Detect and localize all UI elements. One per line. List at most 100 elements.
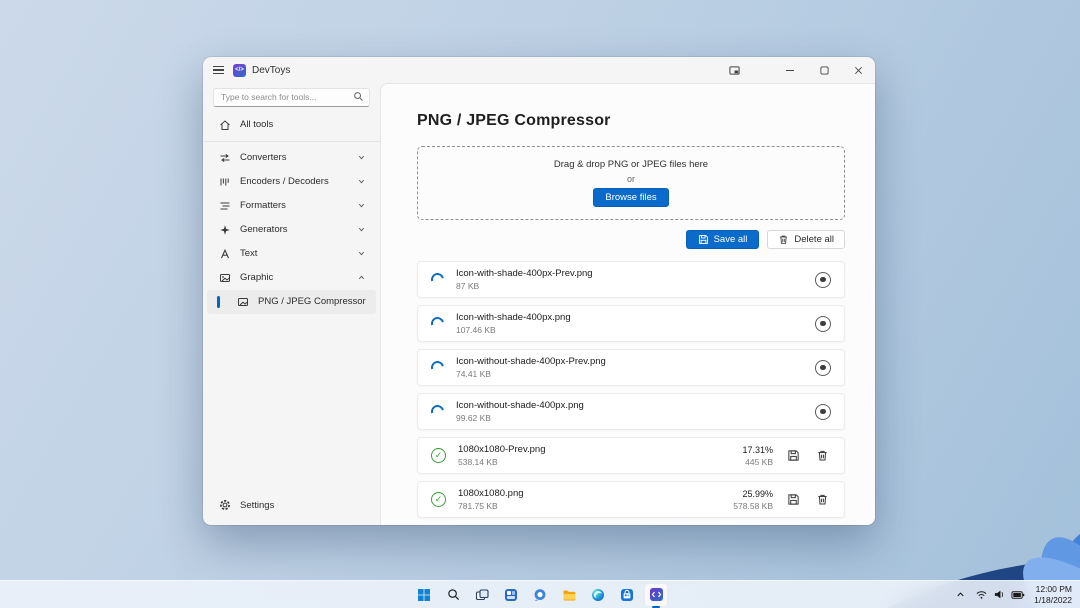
devtoys-app-icon: </> [233, 64, 246, 77]
chevron-down-icon [357, 249, 366, 258]
file-size: 87 KB [456, 281, 593, 291]
save-file-button[interactable] [785, 447, 802, 464]
delete-all-label: Delete all [794, 234, 834, 245]
file-name: Icon-with-shade-400px-Prev.png [456, 268, 593, 279]
progress-spinner-icon [429, 359, 447, 377]
file-explorer-button[interactable] [557, 583, 581, 607]
clock-time: 12:00 PM [1034, 584, 1072, 595]
sidebar-item-converters[interactable]: Converters [207, 146, 376, 170]
search-input[interactable] [213, 88, 370, 107]
file-size: 107.46 KB [456, 325, 571, 335]
dropzone-or: or [627, 174, 635, 184]
devtoys-taskbar-button[interactable] [644, 583, 668, 607]
network-icon[interactable] [975, 589, 988, 600]
chevron-down-icon [357, 225, 366, 234]
file-row: ✓ 1080x1080-Prev.png 538.14 KB 17.31% 44… [417, 437, 845, 474]
trash-icon [816, 493, 829, 506]
file-list: Icon-with-shade-400px-Prev.png 87 KB Ico… [417, 261, 845, 518]
file-size: 781.75 KB [458, 501, 524, 511]
browse-files-button[interactable]: Browse files [593, 188, 668, 207]
search-icon [447, 588, 460, 601]
save-all-button[interactable]: Save all [686, 230, 760, 249]
chat-button[interactable] [528, 583, 552, 607]
titlebar: </> DevToys [203, 57, 875, 83]
sidebar-item-graphic[interactable]: Graphic [207, 266, 376, 290]
task-view-button[interactable] [470, 583, 494, 607]
generators-icon [219, 224, 231, 236]
sidebar-item-formatters[interactable]: Formatters [207, 194, 376, 218]
hidden-icons-chevron[interactable] [955, 589, 966, 600]
sidebar-item-label: Settings [240, 500, 274, 511]
volume-icon[interactable] [993, 589, 1006, 600]
file-dropzone[interactable]: Drag & drop PNG or JPEG files here or Br… [417, 146, 845, 220]
file-row: Icon-without-shade-400px-Prev.png 74.41 … [417, 349, 845, 386]
sidebar-item-settings[interactable]: Settings [207, 493, 376, 517]
devtoys-window: </> DevToys [203, 57, 875, 525]
page-title: PNG / JPEG Compressor [417, 112, 845, 130]
sidebar-item-label: PNG / JPEG Compressor [258, 296, 366, 307]
delete-file-button[interactable] [814, 491, 831, 508]
png-jpeg-compressor-icon [237, 296, 249, 308]
task-view-icon [475, 588, 489, 602]
file-name: Icon-without-shade-400px-Prev.png [456, 356, 606, 367]
file-size: 74.41 KB [456, 369, 606, 379]
file-size: 99.62 KB [456, 413, 584, 423]
minimize-button[interactable] [773, 57, 807, 83]
sidebar-item-label: All tools [240, 119, 273, 130]
sidebar-item-generators[interactable]: Generators [207, 218, 376, 242]
maximize-button[interactable] [807, 57, 841, 83]
edge-button[interactable] [586, 583, 610, 607]
widgets-button[interactable] [499, 583, 523, 607]
sidebar-item-label: Generators [240, 224, 288, 235]
compact-overlay-button[interactable] [717, 57, 751, 83]
chat-icon [533, 588, 547, 602]
clock[interactable]: 12:00 PM 1/18/2022 [1034, 584, 1072, 605]
cancel-compression-button[interactable] [815, 360, 831, 376]
save-icon [787, 493, 800, 506]
delete-all-button[interactable]: Delete all [767, 230, 845, 249]
hamburger-menu-button[interactable] [203, 57, 229, 83]
file-name: 1080x1080-Prev.png [458, 444, 546, 455]
graphic-icon [219, 272, 231, 284]
close-button[interactable] [841, 57, 875, 83]
file-name: Icon-with-shade-400px.png [456, 312, 571, 323]
save-file-button[interactable] [785, 491, 802, 508]
converters-icon [219, 152, 231, 164]
sidebar-item-png-jpeg-compressor[interactable]: PNG / JPEG Compressor [207, 290, 376, 314]
search-icon [353, 91, 364, 102]
cancel-compression-button[interactable] [815, 404, 831, 420]
cancel-compression-button[interactable] [815, 316, 831, 332]
file-explorer-icon [562, 588, 576, 602]
start-button[interactable] [412, 583, 436, 607]
home-icon [219, 119, 231, 131]
success-check-icon: ✓ [431, 492, 446, 507]
sidebar-item-all-tools[interactable]: All tools [207, 113, 376, 137]
store-button[interactable] [615, 583, 639, 607]
clock-date: 1/18/2022 [1034, 595, 1072, 606]
delete-file-button[interactable] [814, 447, 831, 464]
sidebar-item-encoders-decoders[interactable]: Encoders / Decoders [207, 170, 376, 194]
chevron-up-icon [357, 273, 366, 282]
taskbar: 12:00 PM 1/18/2022 [0, 580, 1080, 608]
taskbar-search-button[interactable] [441, 583, 465, 607]
success-check-icon: ✓ [431, 448, 446, 463]
trash-icon [778, 234, 789, 245]
chevron-down-icon [357, 177, 366, 186]
main-panel: PNG / JPEG Compressor Drag & drop PNG or… [380, 83, 875, 525]
window-title: DevToys [252, 65, 290, 76]
save-icon [787, 449, 800, 462]
cancel-compression-button[interactable] [815, 272, 831, 288]
compressed-size: 445 KB [745, 457, 773, 467]
devtoys-icon [649, 587, 664, 602]
file-row: Icon-with-shade-400px-Prev.png 87 KB [417, 261, 845, 298]
progress-spinner-icon [429, 271, 447, 289]
battery-icon[interactable] [1011, 590, 1025, 600]
sidebar-item-label: Graphic [240, 272, 273, 283]
chevron-down-icon [357, 201, 366, 210]
sidebar: All tools Converters Encoders / Decoders [203, 83, 380, 525]
sidebar-item-text[interactable]: Text [207, 242, 376, 266]
saving-percent: 17.31% [742, 445, 773, 455]
windows-logo-icon [417, 588, 431, 602]
sidebar-item-label: Encoders / Decoders [240, 176, 329, 187]
sidebar-divider [203, 141, 380, 142]
